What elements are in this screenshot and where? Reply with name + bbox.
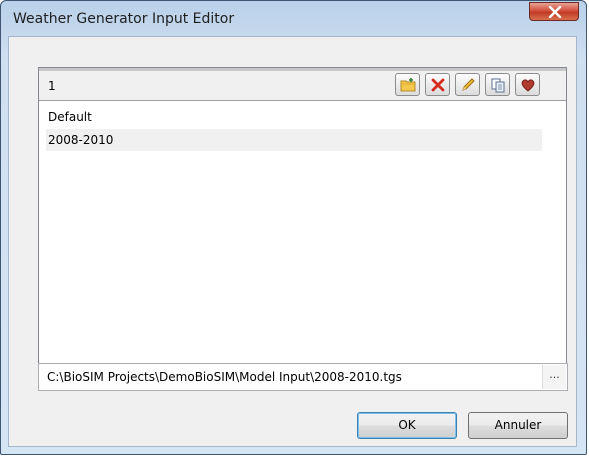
file-path-text: C:\BioSIM Projects\DemoBioSIM\Model Inpu… <box>47 370 402 384</box>
list-item-label: Default <box>48 110 92 124</box>
window-title: Weather Generator Input Editor <box>13 11 235 27</box>
input-list-panel: 1 Default 2008-2010 <box>38 67 567 374</box>
cancel-button[interactable]: Annuler <box>468 412 568 439</box>
favorite-button[interactable] <box>515 73 540 96</box>
browse-button[interactable]: ... <box>542 365 566 389</box>
title-bar[interactable]: Weather Generator Input Editor <box>1 1 586 29</box>
list-item-2008-2010[interactable]: 2008-2010 <box>46 129 542 151</box>
copy-icon <box>491 78 505 93</box>
copy-button[interactable] <box>485 73 510 96</box>
edit-pencil-icon <box>462 78 475 91</box>
close-button[interactable] <box>529 2 579 21</box>
close-icon <box>548 6 562 18</box>
list-header-title: 1 <box>48 79 56 93</box>
delete-button[interactable] <box>425 73 450 96</box>
file-path-field[interactable]: C:\BioSIM Projects\DemoBioSIM\Model Inpu… <box>38 363 568 391</box>
add-folder-button[interactable] <box>395 73 420 96</box>
favorite-heart-icon <box>521 79 535 92</box>
list-item-label: 2008-2010 <box>48 133 114 147</box>
ok-button[interactable]: OK <box>357 412 457 439</box>
folder-add-icon <box>400 78 416 92</box>
list-item-default[interactable]: Default <box>46 106 542 128</box>
delete-x-icon <box>431 78 445 92</box>
input-list[interactable]: Default 2008-2010 <box>39 102 566 373</box>
list-header: 1 <box>39 68 566 101</box>
edit-button[interactable] <box>455 73 480 96</box>
